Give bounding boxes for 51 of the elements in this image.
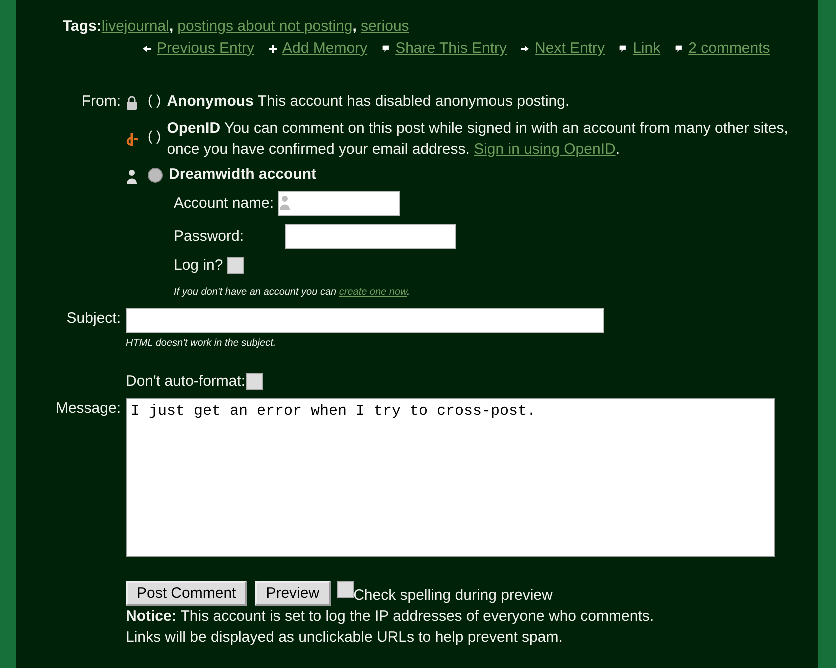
speech-bubble-icon [619, 44, 628, 52]
account-name-field[interactable] [278, 191, 400, 216]
subject-field[interactable] [126, 308, 604, 333]
user-icon [126, 169, 138, 186]
plus-icon [268, 44, 277, 52]
tag-link[interactable]: livejournal [102, 16, 170, 37]
user-icon [279, 195, 292, 212]
nav-link[interactable]: Previous Entry [157, 38, 255, 59]
message-field[interactable]: I just get an error when I try to cross-post. [126, 398, 775, 557]
create-account-link[interactable]: create one now [339, 287, 408, 298]
post-comment-button[interactable]: Post Comment [126, 581, 248, 606]
speech-bubble-icon [382, 44, 390, 52]
radio-button[interactable] [148, 168, 163, 183]
right-arrow-icon [521, 44, 530, 52]
lock-icon [126, 96, 138, 112]
tags-label: Tags: [63, 17, 102, 37]
option-text: Anonymous This account has disabled anonymous posting. [167, 92, 570, 112]
nav-link[interactable]: Add Memory [282, 38, 368, 59]
left-arrow-icon [143, 44, 151, 52]
notice-text: Links will be displayed as unclickable URLs to help prevent spam. [126, 628, 564, 648]
checkbox[interactable] [336, 581, 354, 598]
tag-link[interactable]: serious [360, 16, 410, 37]
checkbox[interactable] [246, 373, 263, 390]
speech-bubble-icon [674, 44, 683, 52]
sign-in-link[interactable]: Sign in using OpenID [474, 141, 616, 158]
field-label: Account name: [174, 194, 274, 214]
nav-link[interactable]: 2 comments [688, 38, 770, 59]
option-text: Dreamwidth account [169, 165, 317, 185]
field-label: Message: [56, 400, 121, 417]
checkbox[interactable] [227, 257, 244, 274]
field-label: Password: [174, 227, 246, 247]
password-field[interactable] [285, 224, 456, 249]
tag-link[interactable]: postings about not posting [178, 16, 353, 37]
nav-link[interactable]: Link [633, 38, 661, 59]
field-label: Don't auto-format: [126, 372, 246, 392]
openid-icon [126, 131, 138, 148]
checkbox-label: Check spelling during preview [354, 586, 553, 606]
parentheses-text: ( ) [148, 127, 162, 146]
hint-text: HTML doesn't work in the subject. [126, 337, 278, 351]
nav-link[interactable]: Next Entry [535, 38, 606, 59]
parentheses-text: ( ) [148, 91, 162, 110]
nav-link[interactable]: Share This Entry [396, 38, 508, 59]
preview-button[interactable]: Preview [255, 581, 331, 606]
field-label: From: [82, 93, 121, 110]
hint-text: If you don't have an account you can create one now. [174, 286, 411, 300]
comma: , [169, 17, 174, 37]
comma: , [352, 17, 357, 37]
notice-text: Notice: This account is set to log the IP addresses of everyone who comments. [126, 607, 656, 627]
field-label: Log in? [174, 256, 224, 276]
field-label: Subject: [66, 310, 121, 327]
option-text: OpenID You can comment on this post while signed in with an account from many other sites, once you have confirmed your email address. Sign in using OpenID. [167, 119, 790, 160]
